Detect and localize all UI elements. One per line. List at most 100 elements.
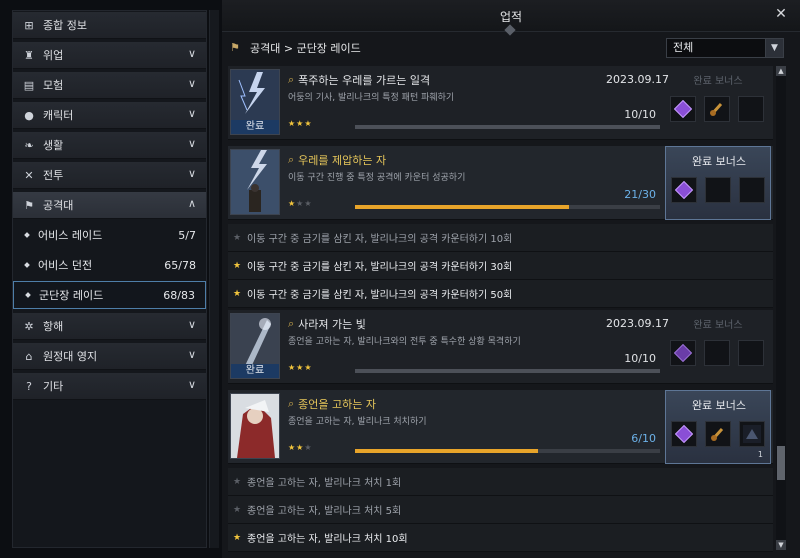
sidebar-scrollbar[interactable] <box>209 10 219 548</box>
achievement-thumbnail <box>230 393 280 459</box>
purple-gem-icon <box>675 181 693 199</box>
sub-objective-row: ★ 이동 구간 중 금기를 삼킨 자, 발리나크의 공격 카운터하기 30회 <box>228 252 773 280</box>
sub-objective-text: 이동 구간 중 금기를 삼킨 자, 발리나크의 공격 카운터하기 50회 <box>247 290 513 301</box>
sub-objective-row: ★ 종언을 고하는 자, 발리나크 처치 10회 <box>228 524 773 552</box>
star-icon: ★ <box>233 288 242 299</box>
instrument-icon <box>710 102 723 116</box>
raid-icon: ⚑ <box>24 198 34 212</box>
sidebar-item-label: 원정대 영지 <box>43 350 98 363</box>
filter-dropdown[interactable]: 전체 ▼ <box>666 38 784 58</box>
bullet-icon <box>24 232 30 238</box>
sub-objective-text: 종언을 고하는 자, 발리나크 처치 1회 <box>247 478 402 489</box>
leaf-icon: ❧ <box>24 138 34 152</box>
achievement-card[interactable]: 완료 ⌕ 사라져 가는 빛 종언을 고하는 자, 발리나크와의 전투 중 특수한… <box>228 310 773 384</box>
reward-slot[interactable] <box>704 340 730 366</box>
reward-slot[interactable] <box>670 340 696 366</box>
sub-objective-text: 종언을 고하는 자, 발리나크 처치 10회 <box>247 534 408 545</box>
subitem-label: 어비스 레이드 <box>38 229 103 242</box>
reward-slot[interactable] <box>738 340 764 366</box>
chevron-down-icon: ∨ <box>187 137 197 150</box>
sub-objective-text: 종언을 고하는 자, 발리나크 처치 5회 <box>247 506 402 517</box>
completion-bonus: 완료 보너스 <box>665 310 771 384</box>
achievement-card[interactable]: ⌕ 우레를 제압하는 자 이동 구간 진행 중 특정 공격에 카운터 성공하기 … <box>228 146 773 220</box>
sub-objective-row: ★ 이동 구간 중 금기를 삼킨 자, 발리나크의 공격 카운터하기 50회 <box>228 280 773 308</box>
achievement-name: 종언을 고하는 자 <box>298 398 377 411</box>
category-sidebar: ⊞ 종합 정보 ♜ 위업 ∨ ▤ 모험 ∨ ● 캐릭터 ∨ ❧ 생활 ∨ ✕ 전… <box>12 10 207 548</box>
completion-bonus: 완료 보너스 <box>665 146 771 220</box>
star-rating: ★★★ <box>288 363 313 372</box>
close-button[interactable]: ✕ <box>774 7 788 21</box>
sidebar-item-sailing[interactable]: ✲ 항해 ∨ <box>13 313 206 340</box>
breadcrumb-text: 공격대 > 군단장 레이드 <box>250 42 361 55</box>
reward-slot[interactable] <box>704 96 730 122</box>
purple-gem-icon <box>674 100 692 118</box>
creature-icon <box>743 425 761 443</box>
sidebar-item-life[interactable]: ❧ 생활 ∨ <box>13 132 206 159</box>
list-scrollbar[interactable]: ▲ ▼ <box>776 66 786 550</box>
chevron-down-icon: ∨ <box>187 47 197 60</box>
progress-bar <box>355 125 660 129</box>
progress-text: 10/10 <box>624 352 656 365</box>
search-icon: ⌕ <box>288 73 295 86</box>
sidebar-item-label: 위업 <box>43 49 64 62</box>
achievement-name: 폭주하는 우레를 가르는 일격 <box>298 74 431 87</box>
reward-slot[interactable] <box>738 96 764 122</box>
reward-slot[interactable] <box>671 177 697 203</box>
star-icon: ★ <box>233 260 242 271</box>
sidebar-item-label: 캐릭터 <box>43 109 74 122</box>
sidebar-item-estate[interactable]: ⌂ 원정대 영지 ∨ <box>13 343 206 370</box>
bonus-label: 완료 보너스 <box>693 320 743 331</box>
book-icon: ▤ <box>23 78 35 92</box>
completed-badge: 완료 <box>231 364 279 378</box>
completion-date: 2023.09.17 <box>606 317 669 330</box>
achievement-title: ⌕ 사라져 가는 빛 <box>288 316 366 332</box>
sidebar-item-label: 전투 <box>43 169 64 182</box>
sidebar-item-etc[interactable]: ? 기타 ∨ <box>13 373 206 400</box>
scroll-up-button[interactable]: ▲ <box>776 66 786 76</box>
sub-objective-row: ★ 이동 구간 중 금기를 삼킨 자, 발리나크의 공격 카운터하기 10회 <box>228 224 773 252</box>
sidebar-subitem-abyss-raid[interactable]: 어비스 레이드 5/7 <box>13 221 206 249</box>
reward-slot[interactable] <box>739 177 765 203</box>
chevron-down-icon: ∨ <box>187 77 197 90</box>
completed-badge: 완료 <box>231 120 279 134</box>
sidebar-item-overview[interactable]: ⊞ 종합 정보 <box>13 12 206 39</box>
scroll-down-button[interactable]: ▼ <box>776 540 786 550</box>
achievement-title: ⌕ 우레를 제압하는 자 <box>288 152 386 168</box>
reward-slot[interactable] <box>670 96 696 122</box>
sidebar-item-character[interactable]: ● 캐릭터 ∨ <box>13 102 206 129</box>
filter-value: 전체 <box>673 41 694 54</box>
sidebar-item-raid[interactable]: ⚑ 공격대 ∧ <box>13 192 206 219</box>
sidebar-item-adventure[interactable]: ▤ 모험 ∨ <box>13 72 206 99</box>
estate-icon: ⌂ <box>25 349 33 363</box>
completion-bonus: 완료 보너스 <box>665 66 771 140</box>
chevron-down-icon: ∨ <box>187 167 197 180</box>
achievement-name: 우레를 제압하는 자 <box>298 154 387 167</box>
achievement-thumbnail: 완료 <box>230 313 280 379</box>
instrument-icon <box>711 427 724 441</box>
subitem-count: 65/78 <box>164 258 196 272</box>
grid-icon: ⊞ <box>24 18 34 32</box>
reward-slot[interactable]: 1 <box>739 421 765 459</box>
sidebar-item-label: 기타 <box>43 380 64 393</box>
reward-slot[interactable] <box>671 421 697 447</box>
sidebar-item-combat[interactable]: ✕ 전투 ∨ <box>13 162 206 189</box>
sidebar-subitem-legion-raid[interactable]: 군단장 레이드 68/83 <box>13 281 206 309</box>
bonus-label: 완료 보너스 <box>693 76 743 87</box>
reward-slot[interactable] <box>705 177 731 203</box>
sidebar-subitem-abyss-dungeon[interactable]: 어비스 던전 65/78 <box>13 251 206 279</box>
achievement-card[interactable]: ⌕ 종언을 고하는 자 종언을 고하는 자, 발리나크 처치하기 6/10 ★★… <box>228 390 773 464</box>
achievement-desc: 종언을 고하는 자, 발리나크 처치하기 <box>288 417 427 427</box>
subitem-label: 군단장 레이드 <box>39 289 104 302</box>
achievement-desc: 어둥의 기사, 발리나크의 특정 패턴 파훼하기 <box>288 93 455 103</box>
reward-slot[interactable] <box>705 421 731 447</box>
star-rating: ★★★ <box>288 199 313 208</box>
sidebar-item-feats[interactable]: ♜ 위업 ∨ <box>13 42 206 69</box>
raid-icon: ⚑ <box>230 41 240 54</box>
scroll-thumb[interactable] <box>777 446 785 480</box>
lightning-warrior-art <box>231 150 279 214</box>
achievement-card[interactable]: 완료 ⌕ 폭주하는 우레를 가르는 일격 어둥의 기사, 발리나크의 특정 패턴… <box>228 66 773 140</box>
title-marker <box>504 24 516 36</box>
bullet-icon <box>25 292 31 298</box>
progress-text: 21/30 <box>624 188 656 201</box>
person-icon: ● <box>24 108 34 122</box>
